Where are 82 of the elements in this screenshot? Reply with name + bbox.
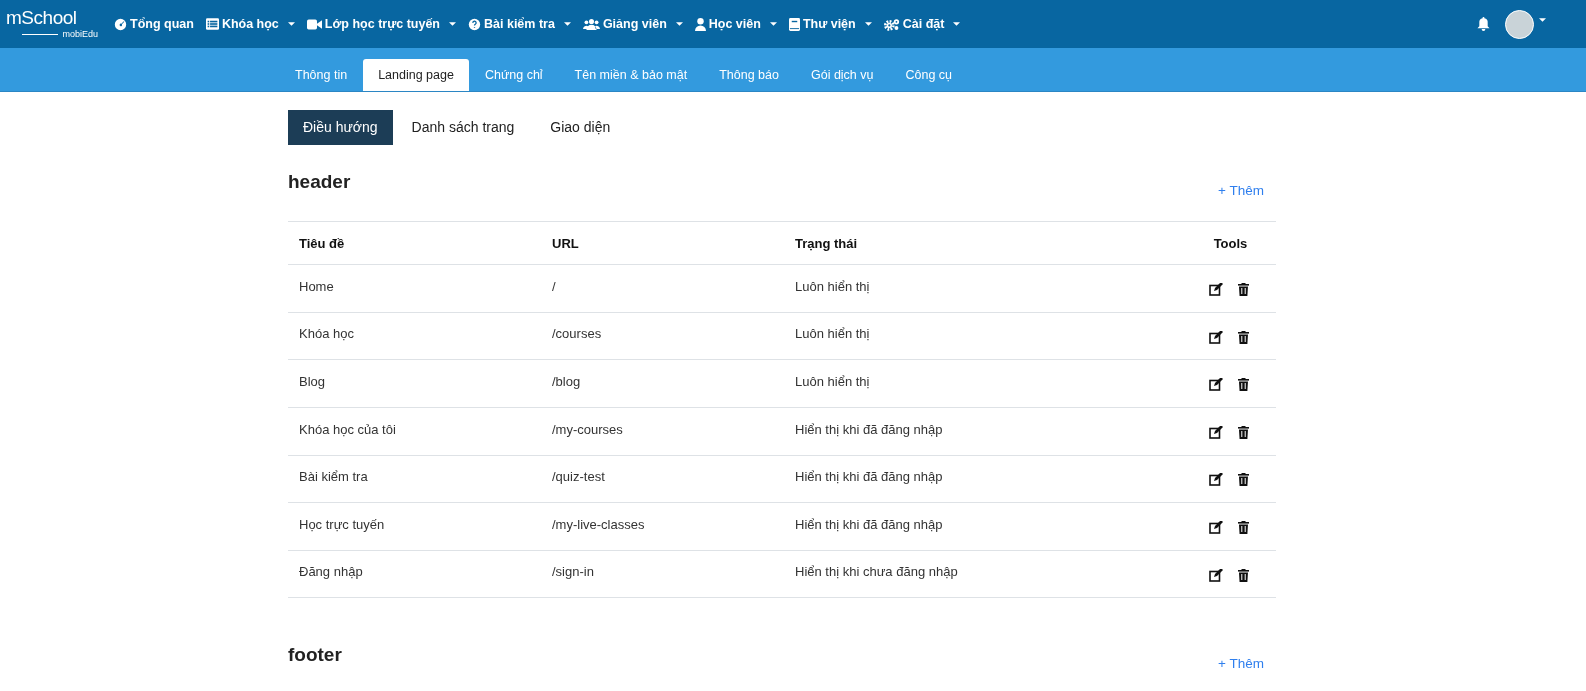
users-icon	[582, 18, 600, 30]
logo-subtext: mobiEdu	[62, 28, 98, 40]
table-cell-text: Home	[298, 277, 335, 296]
table-cell-text: Khóa học	[298, 325, 355, 344]
table-cell-text: Luôn hiển thị	[794, 373, 871, 391]
column-header: Tiêu đề	[298, 234, 346, 253]
table-cell-text: Bài kiểm tra	[298, 468, 369, 487]
video-camera-icon	[306, 18, 322, 30]
trash-icon[interactable]	[1238, 378, 1249, 392]
nav-menu-item[interactable]: Học viên	[688, 9, 783, 39]
nav-menu-item[interactable]: Thư viện	[782, 9, 878, 39]
caret-icon	[675, 22, 683, 26]
settings-tab[interactable]: Gói dịch vụ	[794, 59, 890, 91]
column-header: Tools	[1212, 234, 1249, 253]
settings-tab[interactable]: Chứng chỉ	[468, 59, 559, 91]
trash-icon[interactable]	[1238, 473, 1249, 487]
settings-tab[interactable]: Thông tin	[279, 59, 364, 91]
column-header: URL	[551, 234, 580, 253]
table-cell-text: Luôn hiển thị	[794, 277, 871, 296]
edit-icon[interactable]	[1209, 330, 1223, 344]
sub-tab[interactable]: Điều hướng	[288, 110, 393, 145]
edit-icon[interactable]	[1209, 521, 1223, 534]
caret-icon	[864, 22, 872, 26]
settings-tab[interactable]: Landing page	[363, 59, 469, 91]
nav-menu-item[interactable]: Giảng viên	[576, 9, 689, 39]
add-link[interactable]: + Thêm	[1218, 654, 1264, 675]
table-cell-text: /	[551, 277, 557, 296]
logo-line	[22, 33, 59, 35]
nav-menu-item[interactable]: Cài đặt	[877, 9, 967, 39]
table-cell-text: /my-courses	[551, 420, 624, 439]
table-cell-text: Hiển thị khi đã đăng nhập	[794, 468, 944, 487]
table-cell-text: Hiển thị khi chưa đăng nhập	[794, 563, 959, 582]
table-cell-text: Học trực tuyến	[298, 515, 386, 534]
table-cell-text: /quiz-test	[551, 468, 606, 487]
section-title: footer	[288, 643, 342, 668]
table-cell-text: /blog	[551, 373, 582, 391]
list-icon	[205, 18, 219, 30]
nav-menu-item[interactable]: Khóa học	[199, 9, 301, 39]
user-icon	[694, 17, 706, 31]
caret-icon	[287, 22, 295, 26]
avatar[interactable]	[1505, 9, 1534, 39]
edit-icon[interactable]	[1209, 473, 1223, 487]
edit-icon[interactable]	[1209, 425, 1223, 439]
sub-tab[interactable]: Giao diện	[533, 110, 628, 145]
caret-icon	[563, 22, 571, 26]
edit-icon[interactable]	[1209, 378, 1223, 392]
trash-icon[interactable]	[1238, 521, 1249, 534]
table-cell-text: /courses	[551, 325, 603, 344]
trash-icon[interactable]	[1238, 330, 1249, 344]
table-cell-text: Luôn hiển thị	[794, 325, 871, 344]
table-cell-text: /sign-in	[551, 563, 595, 582]
trash-icon[interactable]	[1238, 568, 1249, 582]
caret-icon[interactable]	[1539, 18, 1546, 22]
trash-icon[interactable]	[1238, 283, 1249, 297]
table-cell-text: Đăng nhập	[298, 563, 364, 582]
table-cell-text: Hiển thị khi đã đăng nhập	[794, 515, 944, 534]
question-icon	[468, 17, 481, 31]
section-title: header	[288, 170, 351, 194]
nav-menu-item[interactable]: Bài kiểm tra	[462, 9, 577, 39]
edit-icon[interactable]	[1209, 568, 1223, 582]
caret-icon	[769, 22, 777, 26]
gears-icon	[883, 17, 900, 31]
table-cell-text: Hiển thị khi đã đăng nhập	[794, 420, 944, 439]
bell-icon[interactable]	[1477, 17, 1490, 31]
dashboard-icon	[114, 17, 127, 31]
table-cell-text: Khóa học của tôi	[298, 420, 397, 439]
add-link[interactable]: + Thêm	[1218, 181, 1264, 202]
settings-tab[interactable]: Công cụ	[889, 59, 969, 91]
book-icon	[788, 17, 800, 31]
sub-tab[interactable]: Danh sách trang	[394, 110, 532, 145]
table-cell-text: Blog	[298, 373, 327, 391]
nav-menu-item[interactable]: Tổng quan	[108, 9, 200, 39]
column-header: Trạng thái	[794, 234, 859, 253]
edit-icon[interactable]	[1209, 283, 1223, 297]
trash-icon[interactable]	[1238, 425, 1249, 439]
settings-tab[interactable]: Thông báo	[703, 59, 795, 91]
logo-text: mSchool	[6, 8, 78, 28]
nav-menu-item[interactable]: Lớp học trực tuyến	[300, 9, 462, 39]
settings-tab[interactable]: Tên miền & bảo mật	[558, 59, 704, 91]
caret-icon	[953, 22, 961, 26]
caret-icon	[449, 22, 456, 26]
table-cell-text: /my-live-classes	[551, 515, 646, 534]
